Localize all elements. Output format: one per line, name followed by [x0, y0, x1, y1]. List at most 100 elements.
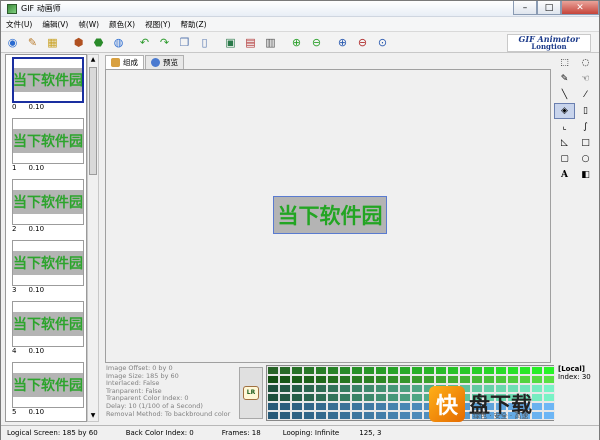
palette-swatch[interactable] — [315, 366, 327, 375]
palette-swatch[interactable] — [387, 366, 399, 375]
corner-icon[interactable]: ⌞ — [554, 119, 575, 135]
zoom-in-icon[interactable]: ⊕ — [334, 34, 351, 51]
palette-swatch[interactable] — [543, 366, 555, 375]
rounded-rect-icon[interactable]: ▢ — [554, 151, 575, 167]
line-icon[interactable]: ╲ — [554, 87, 575, 103]
select-icon[interactable]: ⬚ — [554, 55, 575, 71]
palette-swatch[interactable] — [327, 366, 339, 375]
palette-swatch[interactable] — [339, 375, 351, 384]
frame-list-scrollbar[interactable]: ▲ ▼ — [87, 54, 99, 422]
palette-swatch[interactable] — [387, 384, 399, 393]
palette-swatch[interactable] — [363, 393, 375, 402]
undo-icon[interactable]: ↶ — [136, 34, 153, 51]
minimize-button[interactable]: – — [513, 1, 537, 15]
palette-swatch[interactable] — [339, 393, 351, 402]
palette-swatch[interactable] — [411, 411, 423, 420]
rectangle-icon[interactable]: □ — [575, 135, 596, 151]
curve-icon[interactable]: ∫ — [575, 119, 596, 135]
palette-swatch[interactable] — [327, 375, 339, 384]
palette-swatch[interactable] — [303, 393, 315, 402]
palette-swatch[interactable] — [303, 411, 315, 420]
palette-swatch[interactable] — [399, 366, 411, 375]
palette-swatch[interactable] — [267, 402, 279, 411]
insert-frame-icon[interactable]: ▣ — [222, 34, 239, 51]
preview-icon[interactable]: ▥ — [262, 34, 279, 51]
move-up-icon[interactable]: ⊕ — [288, 34, 305, 51]
palette-swatch[interactable] — [375, 375, 387, 384]
menu-file[interactable]: 文件(U) — [1, 19, 37, 30]
frame-item[interactable]: 当下软件园 5 0.10 — [9, 360, 86, 421]
wizard-icon[interactable]: ▦ — [44, 34, 61, 51]
palette-swatch[interactable] — [519, 366, 531, 375]
menu-edit[interactable]: 编辑(V) — [37, 19, 73, 30]
palette-swatch[interactable] — [375, 411, 387, 420]
open-icon[interactable]: ✎ — [24, 34, 41, 51]
globe-icon[interactable]: ◍ — [110, 34, 127, 51]
palette-swatch[interactable] — [339, 402, 351, 411]
palette-swatch[interactable] — [411, 375, 423, 384]
frame-item[interactable]: 当下软件园 3 0.10 — [9, 238, 86, 299]
edit-canvas[interactable]: 当下软件园 — [105, 69, 551, 363]
eyedropper-icon[interactable]: ⁄ — [575, 87, 596, 103]
palette-swatch[interactable] — [303, 375, 315, 384]
close-button[interactable]: ✕ — [561, 1, 599, 15]
palette-swatch[interactable] — [399, 411, 411, 420]
palette-swatch[interactable] — [375, 393, 387, 402]
copy-icon[interactable]: ❐ — [176, 34, 193, 51]
scroll-down-icon[interactable]: ▼ — [88, 411, 98, 421]
palette-swatch[interactable] — [327, 393, 339, 402]
palette-swatch[interactable] — [375, 402, 387, 411]
palette-swatch[interactable] — [411, 366, 423, 375]
polygon-icon[interactable]: ◺ — [554, 135, 575, 151]
paste-icon[interactable]: ▯ — [196, 34, 213, 51]
palette-swatch[interactable] — [339, 411, 351, 420]
frame-item[interactable]: 当下软件园 4 0.10 — [9, 299, 86, 360]
palette-swatch[interactable] — [267, 384, 279, 393]
palette-swatch[interactable] — [279, 384, 291, 393]
palette-swatch[interactable] — [351, 402, 363, 411]
palette-swatch[interactable] — [411, 402, 423, 411]
zoom-out-icon[interactable]: ⊖ — [354, 34, 371, 51]
frame-properties-icon[interactable]: ▤ — [242, 34, 259, 51]
hand-icon[interactable]: ☜ — [575, 71, 596, 87]
scrollbar-thumb[interactable] — [89, 67, 97, 175]
palette-swatch[interactable] — [267, 375, 279, 384]
palette-swatch[interactable] — [315, 402, 327, 411]
frame-item[interactable]: 当下软件园 1 0.10 — [9, 116, 86, 177]
menu-color[interactable]: 颜色(X) — [104, 19, 140, 30]
move-down-icon[interactable]: ⊖ — [308, 34, 325, 51]
redo-icon[interactable]: ↷ — [156, 34, 173, 51]
zoom-fit-icon[interactable]: ⊙ — [374, 34, 391, 51]
palette-swatch[interactable] — [327, 402, 339, 411]
palette-swatch[interactable] — [291, 411, 303, 420]
frame-list[interactable]: 当下软件园 0 0.10 当下软件园 1 0.10 当下软件园 2 0.10 当下软件… — [5, 54, 87, 422]
palette-swatch[interactable] — [327, 411, 339, 420]
export-icon[interactable]: ⬣ — [90, 34, 107, 51]
palette-swatch[interactable] — [315, 411, 327, 420]
palette-swatch[interactable] — [267, 393, 279, 402]
palette-swatch[interactable] — [375, 384, 387, 393]
palette-swatch[interactable] — [399, 393, 411, 402]
tab-preview[interactable]: 预览 — [145, 55, 184, 69]
palette-swatch[interactable] — [375, 366, 387, 375]
palette-swatch[interactable] — [351, 393, 363, 402]
palette-swatch[interactable] — [339, 366, 351, 375]
palette-swatch[interactable] — [411, 393, 423, 402]
scroll-up-icon[interactable]: ▲ — [88, 55, 98, 65]
eraser-icon[interactable]: ▯ — [575, 103, 596, 119]
palette-swatch[interactable] — [291, 402, 303, 411]
frame-item[interactable]: 当下软件园 2 0.10 — [9, 177, 86, 238]
palette-swatch[interactable] — [315, 393, 327, 402]
palette-swatch[interactable] — [399, 375, 411, 384]
palette-swatch[interactable] — [351, 375, 363, 384]
palette-swatch[interactable] — [387, 411, 399, 420]
canvas-image[interactable]: 当下软件园 — [273, 196, 387, 234]
palette-swatch[interactable] — [291, 366, 303, 375]
palette-swatch[interactable] — [447, 366, 459, 375]
palette-swatch[interactable] — [387, 402, 399, 411]
palette-swatch[interactable] — [363, 402, 375, 411]
palette-swatch[interactable] — [423, 366, 435, 375]
palette-swatch[interactable] — [363, 366, 375, 375]
palette-swatch[interactable] — [531, 366, 543, 375]
palette-swatch[interactable] — [303, 402, 315, 411]
